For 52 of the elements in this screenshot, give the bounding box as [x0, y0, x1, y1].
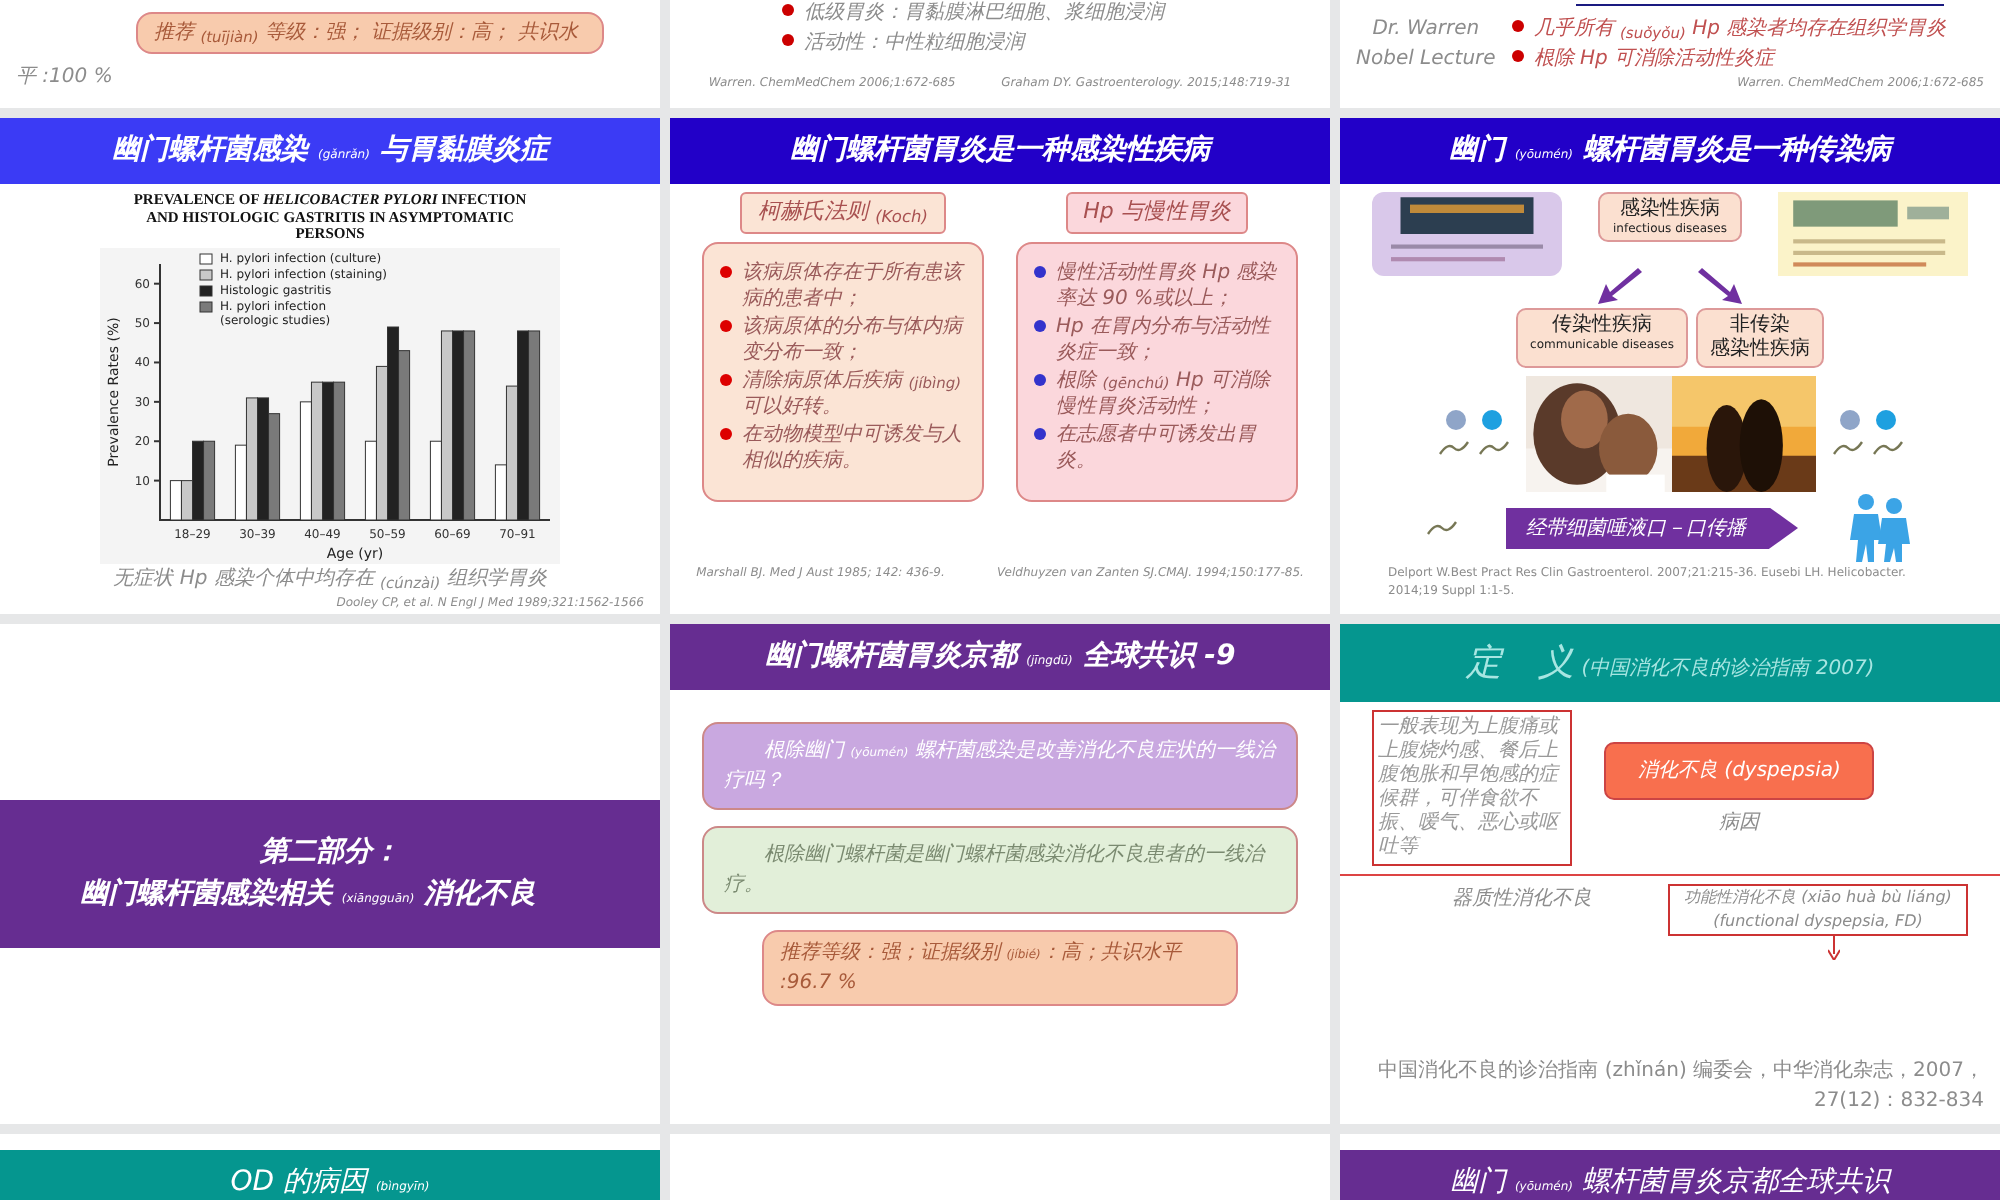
bullet-text: 几乎所有 $_{(suǒyǒu)}$ Hp 感染者均存在组织学胃炎: [1533, 15, 1947, 44]
dyspepsia-box: 消化不良 (dyspepsia): [1604, 742, 1875, 800]
bullet-text: 清除病原体后疾病 $_{(jíbìng)}$ 可以好转。: [742, 367, 964, 421]
text-line: 平 :100 %: [16, 64, 115, 92]
slide-subtitle: (中国消化不良的诊治指南 2007): [1581, 658, 1875, 680]
section-title: 第二部分：: [258, 834, 402, 872]
bullet-icon: [1511, 20, 1524, 32]
bullet-text: 该病原体存在于所有患该病的患者中；: [742, 259, 966, 313]
bullet-text: 低级胃炎：胃黏膜淋巴细胞、浆细胞浸润: [804, 0, 1164, 28]
legend-swatch: [199, 301, 213, 313]
panel-label: 柯赫氏法则 $_{(Koch)}$: [740, 192, 946, 233]
bullet-text: 根除 Hp 可消除活动性炎症: [1533, 45, 1775, 74]
statement-box: 根除幽门螺杆菌是幽门螺杆菌感染消化不良患者的一线治疗。: [702, 826, 1298, 914]
caption: Nobel Lecture: [1356, 46, 1496, 74]
slide-title: 定 义: [1465, 642, 1574, 684]
caption: 无症状 Hp 感染个体中均存在 $_{(cúnzài)}$ 组织学胃炎: [111, 565, 549, 594]
bullet-text: 根除 $_{(gēnchú)}$ Hp 可消除慢性胃炎活动性；: [1056, 367, 1274, 421]
branch-label: 器质性消化不良: [1450, 885, 1592, 914]
bullet-text: Hp 在胃内分布与活动性炎症一致；: [1056, 313, 1274, 367]
slide-title: 幽门螺杆菌胃炎是一种感染性疾病: [670, 118, 1330, 184]
bacterium-icon: [1871, 438, 1903, 458]
bullet-text: 慢性活动性胃炎 Hp 感染率达 90 %或以上；: [1056, 259, 1279, 313]
caption: Dr. Warren: [1370, 16, 1482, 44]
bacterium-icon: [1426, 518, 1458, 538]
bullet-icon: [782, 34, 794, 46]
legend-swatch: [199, 253, 213, 265]
circle-icon: [1839, 410, 1859, 430]
arrow-icon: [1694, 264, 1746, 308]
category-box: 非传染 感染性疾病: [1695, 308, 1824, 368]
bacterium-icon: [1477, 438, 1509, 458]
circle-icon: [1481, 410, 1501, 430]
bullet-text: 活动性：中性粒细胞浸润: [804, 29, 1024, 58]
legend-swatch: [199, 269, 213, 281]
panel-label: Hp 与慢性胃炎: [1065, 192, 1249, 233]
circle-icon: [1445, 410, 1465, 430]
bacterium-icon: [1437, 438, 1469, 458]
circle-icon: [1875, 410, 1895, 430]
arrow-icon: [1594, 264, 1646, 308]
legend-swatch: [199, 285, 213, 297]
callout-box: 一般表现为上腹痛或上腹烧灼感、餐后上腹饱胀和早饱感的症候群，可伴食欲不振、嗳气、恶心或呕吐等: [1372, 710, 1572, 866]
bullet-icon: [1511, 50, 1524, 62]
bullet-text: 在志愿者中可诱发出胃炎。: [1056, 421, 1259, 475]
bullet-text: 该病原体的分布与体内病变分布一致；: [742, 313, 966, 367]
cause-label: 病因: [1719, 809, 1760, 838]
recommendation-box: 推荐 $_{(tuījiàn)}$ 等级：强； 证据级别：高； 共识水: [136, 12, 604, 54]
people-icon: [1846, 492, 1914, 564]
branch-box: 功能性消化不良 (xiāo huà bù liáng) (functional dyspepsia, FD): [1668, 884, 1968, 936]
bullet-text: 在动物模型中可诱发与人相似的疾病。: [742, 421, 964, 475]
bullet-icon: [782, 4, 794, 16]
arrow-icon: [1828, 936, 1840, 960]
citation: 中国消化不良的诊治指南 (zhǐnán) 编委会，中华消化杂志，2007，27(12)：832-834: [1376, 1057, 1986, 1116]
bacterium-icon: [1831, 438, 1863, 458]
